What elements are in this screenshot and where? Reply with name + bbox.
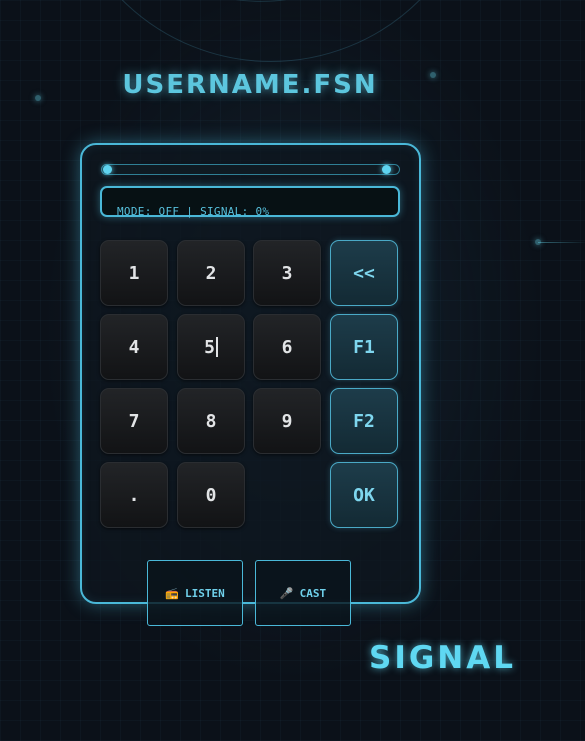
f2-button[interactable]: F2 (330, 388, 398, 454)
microphone-icon: 🎤 (279, 586, 294, 600)
key-3[interactable]: 3 (253, 240, 321, 306)
status-text: MODE: OFF | SIGNAL: 0% (117, 205, 270, 218)
key-8[interactable]: 8 (177, 388, 245, 454)
slider-min-handle[interactable] (102, 165, 112, 174)
app-title: USERNAME.FSN (122, 70, 378, 100)
listen-button[interactable]: 📻 LISTEN (147, 560, 243, 626)
backspace-button[interactable]: << (330, 240, 398, 306)
cast-button[interactable]: 🎤 CAST (255, 560, 351, 626)
listen-label: LISTEN (184, 586, 225, 600)
cast-label: CAST (299, 586, 327, 600)
f1-button[interactable]: F1 (330, 314, 398, 380)
brand-logo: SIGNAL (369, 640, 516, 676)
key-4[interactable]: 4 (100, 314, 168, 380)
key-0[interactable]: 0 (177, 462, 245, 528)
range-slider[interactable] (101, 164, 400, 175)
key-6[interactable]: 6 (253, 314, 321, 380)
text-cursor (215, 337, 218, 357)
key-5-label: 5 (204, 336, 215, 358)
key-2[interactable]: 2 (177, 240, 245, 306)
decorative-arc-outer (60, 0, 482, 62)
key-7[interactable]: 7 (100, 388, 168, 454)
radio-icon: 📻 (165, 586, 179, 600)
slider-max-handle[interactable] (381, 165, 391, 174)
key-9[interactable]: 9 (253, 388, 321, 454)
decorative-streak (538, 242, 585, 243)
key-5[interactable]: 5 (177, 314, 245, 380)
key-decimal[interactable]: . (100, 462, 168, 528)
key-1[interactable]: 1 (100, 240, 168, 306)
status-display: MODE: OFF | SIGNAL: 0% (100, 186, 400, 218)
ok-button[interactable]: OK (330, 462, 398, 528)
